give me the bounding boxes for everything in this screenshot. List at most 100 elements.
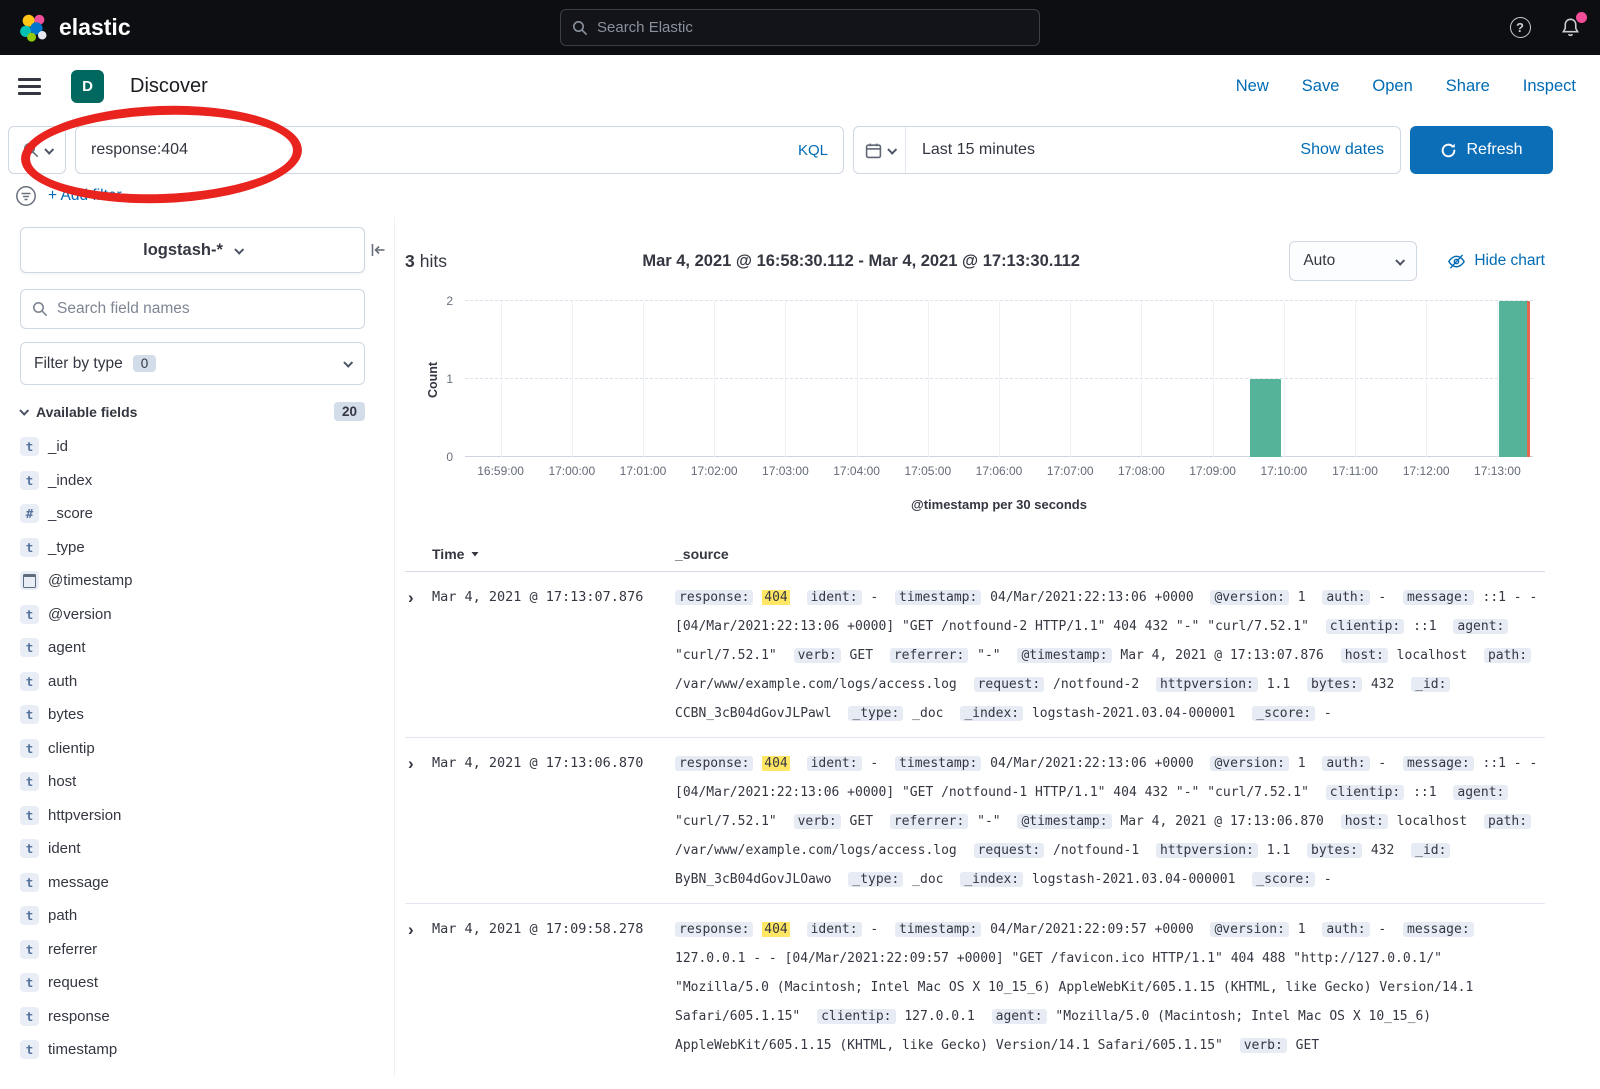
- field-list: t_idt_index#_scoret_type @timestamp t@vers…: [20, 430, 394, 1067]
- query-input[interactable]: response:404 KQL: [75, 126, 844, 174]
- histogram-chart: Count 012 16:59:0017:00:0017:01:0017:02:…: [465, 301, 1533, 512]
- chart-time-range: Mar 4, 2021 @ 16:58:30.112 - Mar 4, 2021…: [642, 252, 1080, 271]
- query-bar: response:404 KQL Last 15 minutes Show da…: [0, 118, 1600, 180]
- help-icon[interactable]: ?: [1508, 16, 1532, 40]
- action-inspect[interactable]: Inspect: [1523, 77, 1576, 96]
- field-badge: auth:: [1322, 590, 1369, 605]
- table-row: ›Mar 4, 2021 @ 17:09:58.278response: 404…: [405, 903, 1545, 1069]
- string-field-icon: t: [20, 806, 39, 825]
- field-search-box[interactable]: [20, 289, 365, 329]
- elastic-logo[interactable]: elastic: [18, 12, 131, 43]
- field-item-auth[interactable]: tauth: [20, 665, 394, 699]
- chevron-down-icon: [1396, 255, 1406, 265]
- histogram-bar[interactable]: [1499, 301, 1530, 457]
- expand-row-button[interactable]: ›: [405, 915, 432, 944]
- v-gridline: [1213, 301, 1214, 457]
- field-item-httpversion[interactable]: thttpversion: [20, 799, 394, 833]
- kql-button[interactable]: KQL: [798, 142, 828, 159]
- expand-row-button[interactable]: ›: [405, 749, 432, 778]
- field-badge: bytes:: [1307, 677, 1362, 692]
- field-badge: _type:: [848, 872, 903, 887]
- field-item-@version[interactable]: t@version: [20, 598, 394, 632]
- field-badge: clientip:: [1326, 619, 1404, 634]
- field-item-referrer[interactable]: treferrer: [20, 933, 394, 967]
- expand-row-button[interactable]: ›: [405, 583, 432, 612]
- hide-chart-link[interactable]: Hide chart: [1447, 252, 1545, 271]
- field-item-clientip[interactable]: tclientip: [20, 732, 394, 766]
- field-badge: auth:: [1322, 756, 1369, 771]
- field-item-response[interactable]: tresponse: [20, 1000, 394, 1034]
- field-name: auth: [48, 673, 77, 690]
- collapse-sidebar-icon[interactable]: [369, 241, 387, 264]
- hits-count: 3hits: [405, 251, 447, 272]
- field-item-_type[interactable]: t_type: [20, 531, 394, 565]
- action-new[interactable]: New: [1236, 77, 1269, 96]
- saved-query-icon: [23, 142, 39, 158]
- field-badge: @timestamp:: [1017, 814, 1111, 829]
- action-open[interactable]: Open: [1372, 77, 1412, 96]
- doc-source: response: 404 ident: - timestamp: 04/Mar…: [675, 749, 1545, 894]
- field-item-bytes[interactable]: tbytes: [20, 698, 394, 732]
- field-item-@timestamp[interactable]: @timestamp: [20, 564, 394, 598]
- available-fields-header[interactable]: Available fields 20: [20, 402, 365, 421]
- field-item-ident[interactable]: tident: [20, 832, 394, 866]
- content-area: logstash-* Filter by type 0 Available fi…: [0, 217, 1600, 1077]
- highlighted-value: 404: [762, 756, 789, 771]
- field-badge: response:: [675, 590, 753, 605]
- x-tick-label: 17:04:00: [833, 464, 880, 478]
- field-badge: verb:: [1240, 1038, 1287, 1053]
- field-badge: request:: [974, 843, 1045, 858]
- available-fields-label: Available fields: [36, 404, 137, 420]
- histogram-bar[interactable]: [1250, 379, 1281, 457]
- filter-icon[interactable]: [15, 185, 37, 207]
- field-badge: timestamp:: [895, 922, 981, 937]
- field-item-path[interactable]: tpath: [20, 899, 394, 933]
- action-save[interactable]: Save: [1302, 77, 1340, 96]
- field-badge: agent:: [1453, 619, 1508, 634]
- field-item-agent[interactable]: tagent: [20, 631, 394, 665]
- field-item-_score[interactable]: #_score: [20, 497, 394, 531]
- field-badge: clientip:: [817, 1009, 895, 1024]
- calendar-icon: [865, 142, 882, 159]
- filter-by-type-accordion[interactable]: Filter by type 0: [20, 342, 365, 385]
- refresh-button[interactable]: Refresh: [1410, 126, 1553, 174]
- interval-select[interactable]: Auto: [1289, 241, 1417, 281]
- y-axis-title: Count: [426, 362, 440, 398]
- field-item-request[interactable]: trequest: [20, 966, 394, 1000]
- x-tick-label: 17:03:00: [762, 464, 809, 478]
- saved-query-button[interactable]: [8, 126, 66, 174]
- v-gridline: [643, 301, 644, 457]
- top-nav-actions: New Save Open Share Inspect: [1236, 77, 1576, 96]
- field-search-input[interactable]: [57, 300, 353, 318]
- column-source[interactable]: _source: [675, 546, 1545, 562]
- global-search[interactable]: [560, 9, 1040, 46]
- field-item-timestamp[interactable]: ttimestamp: [20, 1033, 394, 1067]
- field-name: host: [48, 773, 76, 790]
- string-field-icon: t: [20, 605, 39, 624]
- field-item-_id[interactable]: t_id: [20, 430, 394, 464]
- global-search-input[interactable]: [597, 19, 1028, 36]
- index-pattern-selector[interactable]: logstash-*: [20, 227, 365, 273]
- field-item-_index[interactable]: t_index: [20, 464, 394, 498]
- date-quick-select-button[interactable]: [854, 127, 906, 173]
- action-share[interactable]: Share: [1446, 77, 1490, 96]
- field-item-message[interactable]: tmessage: [20, 866, 394, 900]
- column-time[interactable]: Time: [432, 546, 675, 562]
- field-badge: host:: [1341, 814, 1388, 829]
- field-badge: ident:: [807, 922, 862, 937]
- highlighted-value: 404: [762, 922, 789, 937]
- v-gridline: [1426, 301, 1427, 457]
- field-name: agent: [48, 639, 86, 656]
- alerts-icon[interactable]: [1558, 16, 1582, 40]
- show-dates-link[interactable]: Show dates: [1300, 141, 1384, 159]
- add-filter-link[interactable]: + Add filter: [48, 187, 122, 205]
- field-item-host[interactable]: thost: [20, 765, 394, 799]
- menu-button[interactable]: [18, 78, 41, 94]
- question-mark: ?: [1510, 17, 1531, 38]
- field-badge: ident:: [807, 756, 862, 771]
- eye-slash-icon: [1447, 252, 1466, 271]
- chevron-down-icon: [343, 358, 353, 368]
- app-header: D Discover NewSaveOpenShareInspect: [0, 55, 1600, 118]
- time-range-value[interactable]: Last 15 minutes: [922, 141, 1035, 159]
- field-name: @timestamp: [48, 572, 132, 589]
